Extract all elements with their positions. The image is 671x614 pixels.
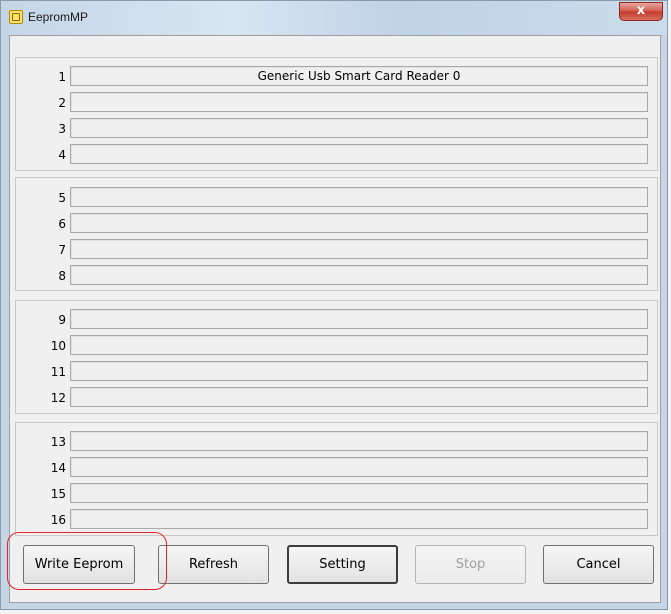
reader-group-3: 9 10 11 12 [15, 300, 658, 414]
window-title: EepromMP [28, 10, 89, 24]
reader-slot-field [70, 309, 648, 329]
row-number: 16 [50, 513, 66, 527]
row-number: 7 [58, 243, 66, 257]
reader-group-1: 1 Generic Usb Smart Card Reader 0 2 3 4 [15, 57, 658, 171]
row-number: 1 [58, 70, 66, 84]
reader-slot-field [70, 387, 648, 407]
row-number: 14 [50, 461, 66, 475]
reader-row: 9 [16, 309, 657, 329]
reader-row: 8 [16, 265, 657, 285]
row-number: 12 [50, 391, 66, 405]
reader-slot-field [70, 118, 648, 138]
reader-slot-field [70, 144, 648, 164]
reader-row: 4 [16, 144, 657, 164]
reader-row: 13 [16, 431, 657, 451]
row-number: 9 [58, 313, 66, 327]
setting-button[interactable]: Setting [287, 545, 398, 584]
reader-slot-field [70, 457, 648, 477]
reader-slot-field [70, 361, 648, 381]
row-number: 10 [50, 339, 66, 353]
reader-group-4: 13 14 15 16 [15, 422, 658, 536]
reader-row: 2 [16, 92, 657, 112]
reader-slot-field [70, 92, 648, 112]
reader-row: 6 [16, 213, 657, 233]
reader-slot-field [70, 213, 648, 233]
refresh-button[interactable]: Refresh [158, 545, 269, 584]
chip-icon [9, 10, 23, 24]
row-number: 13 [50, 435, 66, 449]
row-number: 5 [58, 191, 66, 205]
eeprommp-window: EepromMP x 1 Generic Usb Smart Card Read… [0, 0, 668, 610]
reader-row: 5 [16, 187, 657, 207]
reader-row: 11 [16, 361, 657, 381]
row-number: 15 [50, 487, 66, 501]
row-number: 2 [58, 96, 66, 110]
client-area: 1 Generic Usb Smart Card Reader 0 2 3 4 … [9, 35, 661, 603]
reader-slot-field [70, 431, 648, 451]
row-number: 3 [58, 122, 66, 136]
reader-slot-field [70, 335, 648, 355]
title-bar[interactable]: EepromMP x [1, 1, 667, 35]
reader-row: 16 [16, 509, 657, 529]
reader-row: 1 Generic Usb Smart Card Reader 0 [16, 66, 657, 86]
row-number: 6 [58, 217, 66, 231]
reader-slot-field [70, 265, 648, 285]
reader-row: 12 [16, 387, 657, 407]
close-button[interactable]: x [619, 2, 663, 21]
reader-group-2: 5 6 7 8 [15, 177, 658, 291]
reader-slot-field [70, 187, 648, 207]
reader-slot-field: Generic Usb Smart Card Reader 0 [70, 66, 648, 86]
cancel-button[interactable]: Cancel [543, 545, 654, 584]
reader-row: 14 [16, 457, 657, 477]
reader-slot-field [70, 509, 648, 529]
stop-button: Stop [415, 545, 526, 584]
reader-row: 10 [16, 335, 657, 355]
row-number: 8 [58, 269, 66, 283]
row-number: 11 [50, 365, 66, 379]
reader-row: 15 [16, 483, 657, 503]
reader-slot-field [70, 239, 648, 259]
highlight-annotation [7, 532, 167, 590]
row-number: 4 [58, 148, 66, 162]
reader-row: 7 [16, 239, 657, 259]
reader-slot-field [70, 483, 648, 503]
reader-row: 3 [16, 118, 657, 138]
